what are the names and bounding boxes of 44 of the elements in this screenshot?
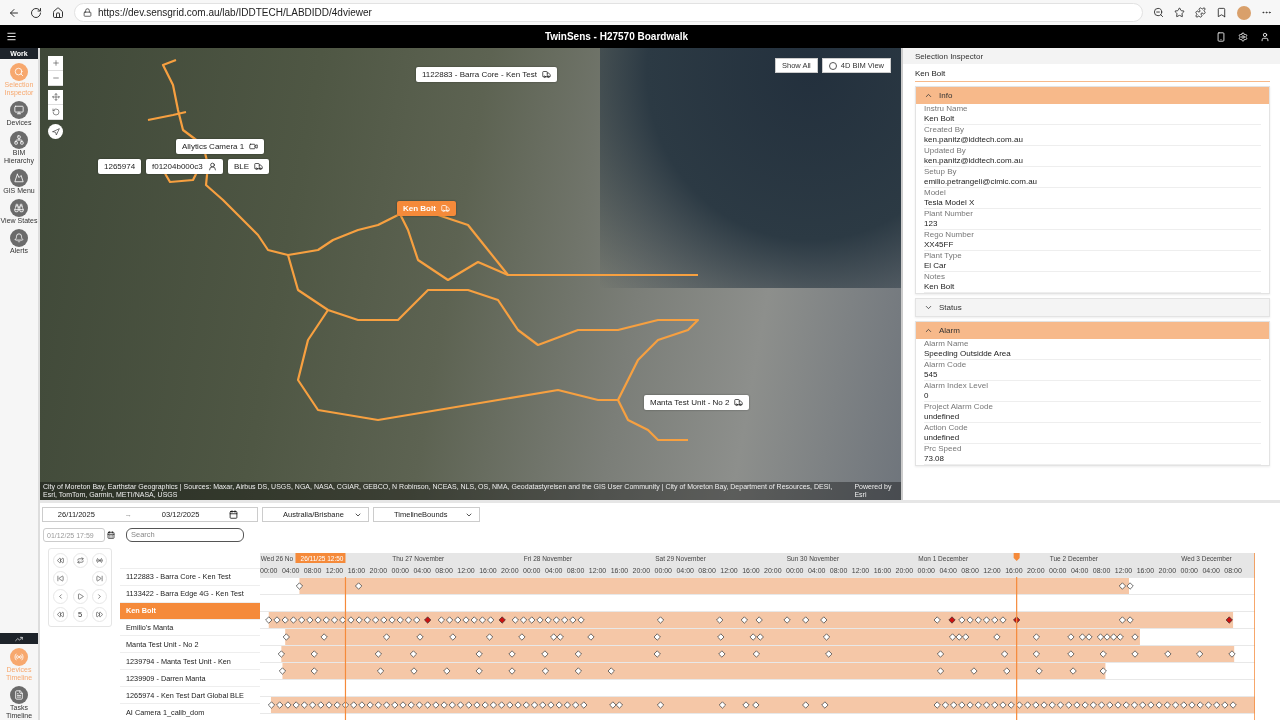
app-title: TwinSens - H27570 Boardwalk (543, 31, 690, 42)
field-label: Notes (924, 272, 945, 282)
map-marker-label[interactable]: Allytics Camera 1 (176, 139, 265, 154)
section-header[interactable]: Status (916, 299, 1269, 316)
field-value: 123 (924, 219, 938, 229)
field-value: El Car (924, 261, 947, 271)
field-label: Alarm Name (924, 339, 969, 349)
field-value: 0 (924, 391, 929, 401)
field-label: Project Alarm Code (924, 402, 993, 412)
field-label: Instru Name (924, 104, 968, 114)
field-value: 73.08 (924, 454, 945, 464)
field-label: Updated By (924, 146, 966, 156)
section-header[interactable]: Alarm (916, 322, 1269, 339)
field-label: Created By (924, 125, 965, 135)
field-value: emilio.petrangeli@cimic.com.au (924, 177, 1038, 187)
field-label: Plant Number (924, 209, 973, 219)
field-label: Rego Number (924, 230, 974, 240)
field-value: ken.panitz@iddtech.com.au (924, 156, 1023, 166)
panel-title: Selection Inspector (903, 48, 1280, 64)
field-label: Model (924, 188, 946, 198)
field-label: Alarm Code (924, 360, 967, 370)
field-value: 545 (924, 370, 938, 380)
field-value: Ken Bolt (924, 114, 955, 124)
field-label: Alarm Index Level (924, 381, 989, 391)
selected-item-name: Ken Bolt (915, 66, 1270, 82)
field-label: Prc Speed (924, 444, 962, 454)
field-value: Tesla Model X (924, 198, 975, 208)
map-marker-label[interactable]: BLE (228, 159, 270, 174)
map-marker-label[interactable]: 1122883 - Barra Core - Ken Test (416, 67, 557, 82)
field-value: undefined (924, 433, 960, 443)
address-bar[interactable]: https://dev.sensgrid.com.au/lab/IDDTECH/LABDIDD/4dviewer (74, 3, 1143, 22)
field-label: Setup By (924, 167, 957, 177)
field-value: undefined (924, 412, 960, 422)
url-text: https://dev.sensgrid.com.au/lab/IDDTECH/LABDIDD/4dviewer (98, 7, 372, 18)
map-marker-label[interactable]: Manta Test Unit - No 2 (644, 395, 750, 410)
field-value: XX45FF (924, 240, 954, 250)
map-marker-label[interactable]: 1265974 (98, 159, 142, 174)
field-value: Speeding Outsidde Area (924, 349, 1011, 359)
map-marker-label[interactable]: f01204b000c3 (146, 159, 223, 174)
section-header[interactable]: Info (916, 87, 1269, 104)
field-value: ken.panitz@iddtech.com.au (924, 135, 1023, 145)
field-label: Plant Type (924, 251, 962, 261)
field-value: Ken Bolt (924, 282, 955, 292)
field-label: Action Code (924, 423, 968, 433)
